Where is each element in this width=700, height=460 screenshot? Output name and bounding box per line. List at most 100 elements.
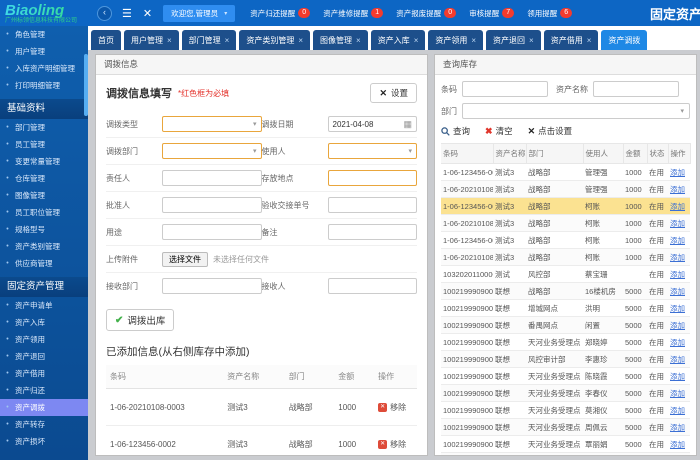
tab-close-icon[interactable]: × <box>471 36 476 45</box>
sidebar-item[interactable]: • 仓库管理 <box>0 170 88 187</box>
tab[interactable]: 资产类别管理 × <box>239 30 311 50</box>
sidebar-item[interactable]: • 资产归还 <box>0 382 88 399</box>
text-input[interactable] <box>327 170 417 186</box>
table-row[interactable]: 10021999090030联想天河业务受理点陈晓霞5000在用添加 <box>441 367 690 385</box>
tab[interactable]: 首页 <box>91 30 121 50</box>
tab[interactable]: 资产退回 × <box>486 30 541 50</box>
tab[interactable]: 部门管理 × <box>181 30 237 50</box>
table-row[interactable]: 10021999090029联想天河业务受理点韦兴仪5000在用添加 <box>441 452 690 455</box>
sidebar-item[interactable]: • 资产退回 <box>0 348 88 365</box>
sidebar-item[interactable]: • 资产申请单 <box>0 297 88 314</box>
table-row[interactable]: 1-06-123456-000测试3战略部柯账1000在用添加 <box>441 197 690 215</box>
remove-button[interactable]: ✕ 移除 <box>378 439 406 450</box>
text-input[interactable] <box>162 170 262 186</box>
notification-badge[interactable]: 资产归还提醒 0 <box>250 8 311 19</box>
sidebar-item[interactable]: • 图像管理 <box>0 187 88 204</box>
table-row[interactable]: 1-06-20210108-0测试3战略部柯账1000在用添加 <box>441 214 690 232</box>
barcode-input[interactable] <box>462 81 548 97</box>
table-row[interactable]: 10021999090033联想番禺网点闲置5000在用添加 <box>441 316 690 334</box>
sidebar-item[interactable]: • 部门管理 <box>0 119 88 136</box>
tab-close-icon[interactable]: × <box>298 36 303 45</box>
sidebar-item[interactable]: • 资产转存 <box>0 416 88 433</box>
user-dropdown[interactable]: 欢迎您,管理员 ▾ <box>163 4 236 22</box>
sidebar-item[interactable]: • 员工职位管理 <box>0 204 88 221</box>
transfer-out-button[interactable]: ✔ 调拨出库 <box>106 309 175 331</box>
table-row[interactable]: 1-06-123456-000测试3战略部管理强1000在用添加 <box>441 163 690 181</box>
add-link[interactable]: 添加 <box>670 423 685 432</box>
table-row[interactable]: 10021999090031联想风控审计部李惠珍5000在用添加 <box>441 350 690 368</box>
sidebar-item[interactable]: • 资产类别管理 <box>0 238 88 255</box>
collapse-sidebar-button[interactable]: ‹ <box>97 5 112 21</box>
search-button[interactable]: 查询 <box>441 125 470 137</box>
sidebar-item[interactable]: • 变更常量管理 <box>0 153 88 170</box>
sidebar-item[interactable]: • 员工管理 <box>0 136 88 153</box>
table-row[interactable]: 10021999090033联想增城网点洪明5000在用添加 <box>441 299 690 317</box>
add-link[interactable]: 添加 <box>670 168 685 177</box>
text-input[interactable] <box>162 224 262 240</box>
text-input[interactable] <box>327 197 417 213</box>
sidebar-item[interactable]: • 资产借用 <box>0 365 88 382</box>
add-link[interactable]: 添加 <box>670 389 685 398</box>
sidebar-item[interactable]: • 角色管理 <box>0 26 88 43</box>
table-row[interactable]: 1-06-20210108-0测试3战略部柯账1000在用添加 <box>441 248 690 266</box>
sidebar-item[interactable]: • 资产调拨 <box>0 399 88 416</box>
table-row[interactable]: 10021999090034联想战略部16楼机房5000在用添加 <box>441 282 690 300</box>
table-row[interactable]: 10320201100007测试风控部蔡宝珊 在用添加 <box>441 265 690 283</box>
add-link[interactable]: 添加 <box>670 355 685 364</box>
notification-badge[interactable]: 资产维修提醒 1 <box>323 8 384 19</box>
date-field[interactable]: 2021-04-08 ▦ <box>327 116 417 132</box>
table-row[interactable]: 1-06-20210108-0测试3战略部管理强1000在用添加 <box>441 180 690 198</box>
text-input[interactable] <box>327 224 417 240</box>
sidebar-item[interactable]: • 入库资产明细管理 <box>0 60 88 77</box>
table-row[interactable]: 1-06-123456-000测试3战略部柯账1000在用添加 <box>441 231 690 249</box>
add-link[interactable]: 添加 <box>670 202 685 211</box>
add-link[interactable]: 添加 <box>670 372 685 381</box>
table-row[interactable]: 10021999090029联想天河业务受理点覃丽娟5000在用添加 <box>441 435 690 453</box>
add-link[interactable]: 添加 <box>670 287 685 296</box>
notification-badge[interactable]: 资产报废提醒 0 <box>396 8 457 19</box>
remove-button[interactable]: ✕ 移除 <box>378 402 406 413</box>
settings-button[interactable]: ✕ 设置 <box>370 83 417 103</box>
sidebar-item[interactable]: • 资产入库 <box>0 314 88 331</box>
text-input[interactable] <box>162 197 262 213</box>
notification-badge[interactable]: 审核提醒 7 <box>469 8 515 19</box>
text-input[interactable] <box>162 278 262 294</box>
tab-close-icon[interactable]: × <box>587 36 592 45</box>
tab-close-icon[interactable]: × <box>225 36 230 45</box>
add-link[interactable]: 添加 <box>670 253 685 262</box>
add-link[interactable]: 添加 <box>670 321 685 330</box>
tab-close-icon[interactable]: × <box>414 36 419 45</box>
clear-button[interactable]: ✖ 清空 <box>485 125 513 137</box>
sidebar-item[interactable]: • 资产领用 <box>0 331 88 348</box>
sidebar-item[interactable]: • 用户管理 <box>0 43 88 60</box>
tab-close-icon[interactable]: × <box>356 36 361 45</box>
menu-icon[interactable]: ☰ <box>122 7 132 20</box>
text-input[interactable] <box>327 278 417 294</box>
dept-select[interactable]: ▾ <box>462 103 690 119</box>
tab[interactable]: 资产借用 × <box>543 30 599 50</box>
add-link[interactable]: 添加 <box>670 236 685 245</box>
sidebar-item[interactable]: • 规格型号 <box>0 221 88 238</box>
tab[interactable]: 用户管理 × <box>124 30 179 50</box>
add-link[interactable]: 添加 <box>670 270 685 279</box>
sidebar-item[interactable]: • 资产损坏 <box>0 433 88 450</box>
table-row[interactable]: 10021999090031联想天河业务受理点郑晓婷5000在用添加 <box>441 333 690 351</box>
tab[interactable]: 资产入库 × <box>370 30 426 50</box>
add-link[interactable]: 添加 <box>670 406 685 415</box>
tab-close-icon[interactable]: × <box>167 36 172 45</box>
click-settings-button[interactable]: ✕ 点击设置 <box>528 125 573 137</box>
sidebar-item[interactable]: • 打印明细管理 <box>0 77 88 94</box>
select-field[interactable]: ▾ <box>162 116 262 132</box>
add-link[interactable]: 添加 <box>670 304 685 313</box>
add-link[interactable]: 添加 <box>670 185 685 194</box>
choose-file-button[interactable]: 选择文件 <box>162 251 208 267</box>
table-row[interactable]: 10021999090030联想天河业务受理点莫湘仪5000在用添加 <box>441 401 690 419</box>
select-field[interactable]: ▾ <box>162 143 262 159</box>
table-row[interactable]: 10021999090030联想天河业务受理点李春仪5000在用添加 <box>441 384 690 402</box>
table-row[interactable]: 10021999090030联想天河业务受理点周佩云5000在用添加 <box>441 418 690 436</box>
sidebar-item[interactable]: • 供应商管理 <box>0 255 88 272</box>
add-link[interactable]: 添加 <box>670 219 685 228</box>
close-icon[interactable]: ✕ <box>143 7 152 20</box>
tab[interactable]: 图像管理 × <box>313 30 368 50</box>
tab[interactable]: 资产调拨 <box>601 30 648 50</box>
